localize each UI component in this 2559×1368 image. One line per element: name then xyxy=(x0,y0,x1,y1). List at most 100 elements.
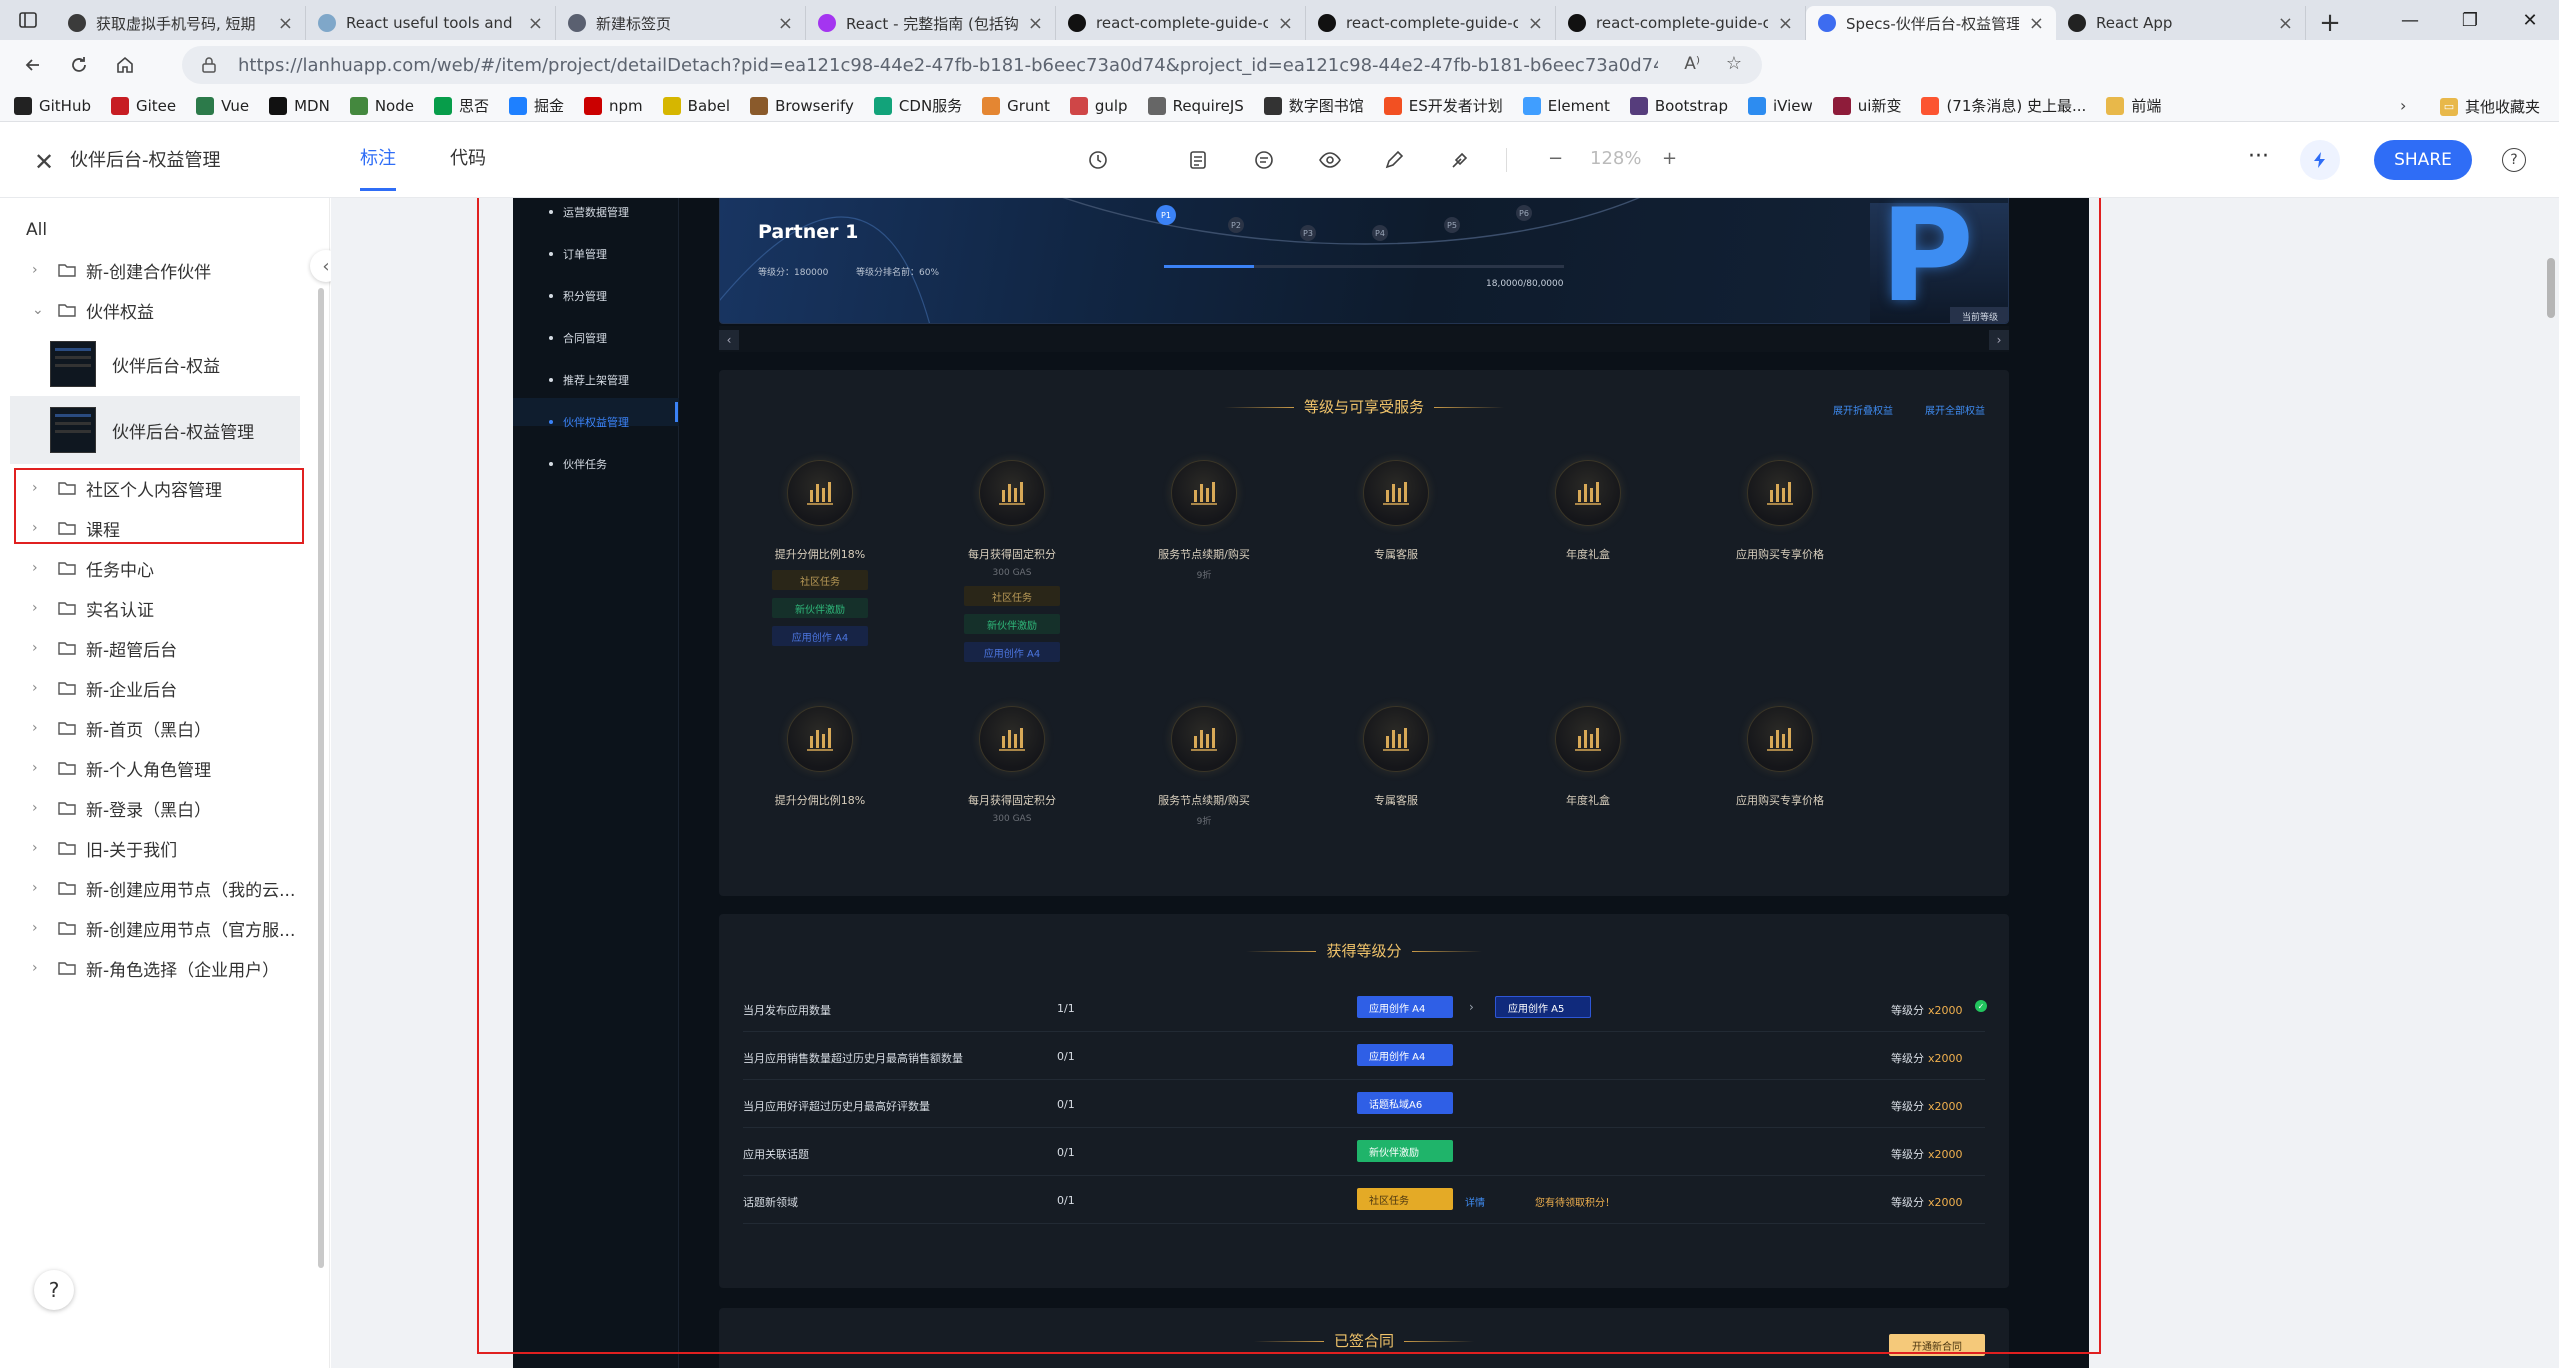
minimize-icon[interactable]: — xyxy=(2380,0,2440,40)
browser-tab[interactable]: react-complete-guide-co × xyxy=(1056,6,1306,40)
more-icon[interactable]: ··· xyxy=(2248,144,2269,169)
canvas-scrollbar[interactable] xyxy=(2547,258,2555,318)
reload-icon[interactable] xyxy=(56,42,102,88)
browser-tab[interactable]: React useful tools and lib × xyxy=(306,6,556,40)
comment-icon[interactable] xyxy=(1248,144,1280,176)
bookmark-item[interactable]: GitHub xyxy=(14,96,91,115)
browser-tab[interactable]: 新建标签页 × xyxy=(556,6,806,40)
url-input[interactable]: https://lanhuapp.com/web/#/item/project/… xyxy=(182,46,1762,84)
tab-close-icon[interactable]: × xyxy=(2029,13,2044,34)
tree-folder[interactable]: › 新-创建应用节点（官方服... xyxy=(0,908,329,948)
tab-close-icon[interactable]: × xyxy=(778,13,793,34)
chevron-right-icon[interactable]: › xyxy=(32,960,52,976)
browser-tab[interactable]: 获取虚拟手机号码, 短期 × xyxy=(56,6,306,40)
favorite-star-icon[interactable]: ☆ xyxy=(1726,53,1742,74)
bookmark-item[interactable]: Bootstrap xyxy=(1629,96,1728,115)
bookmark-item[interactable]: Browserify xyxy=(750,96,854,115)
design-canvas[interactable]: 运营数据管理 订单管理 积分管理 合同管理 推荐上架管理 伙伴权益管理 伙伴任务 Partn… xyxy=(331,198,2559,1368)
chevron-right-icon[interactable]: › xyxy=(32,720,52,736)
tree-folder[interactable]: › 新-登录（黑白） xyxy=(0,788,329,828)
chevron-right-icon[interactable]: › xyxy=(32,262,52,278)
tab-close-icon[interactable]: × xyxy=(528,13,543,34)
bookmark-item[interactable]: Babel xyxy=(662,96,730,115)
bookmark-item[interactable]: 前端 xyxy=(2106,95,2161,116)
tree-folder[interactable]: › 新-个人角色管理 xyxy=(0,748,329,788)
chevron-right-icon[interactable]: › xyxy=(32,840,52,856)
tree-folder[interactable]: › 新-首页（黑白） xyxy=(0,708,329,748)
tree-folder[interactable]: › 新-超管后台 xyxy=(0,628,329,668)
chevron-right-icon[interactable]: › xyxy=(32,880,52,896)
tree-page[interactable]: 伙伴后台-权益 xyxy=(10,330,300,398)
tab-close-icon[interactable]: × xyxy=(1278,13,1293,34)
sidebar-scrollbar[interactable] xyxy=(318,288,324,1268)
tree-folder[interactable]: › 任务中心 xyxy=(0,548,329,588)
tab-annotate[interactable]: 标注 xyxy=(360,144,396,170)
chevron-right-icon[interactable]: › xyxy=(32,920,52,936)
tree-folder[interactable]: › 实名认证 xyxy=(0,588,329,628)
bookmark-item[interactable]: CDN服务 xyxy=(873,95,962,116)
all-pages-label[interactable]: All xyxy=(26,220,47,240)
bookmark-item[interactable]: Vue xyxy=(196,96,249,115)
bookmark-item[interactable]: ui新变 xyxy=(1832,95,1901,116)
help-icon[interactable]: ? xyxy=(2502,148,2526,172)
browser-tab[interactable]: react-complete-guide-co × xyxy=(1556,6,1806,40)
bookmark-item[interactable]: Node xyxy=(349,96,414,115)
tab-close-icon[interactable]: × xyxy=(278,13,293,34)
bookmark-item[interactable]: 数字图书馆 xyxy=(1263,95,1364,116)
bookmark-item[interactable]: MDN xyxy=(269,96,330,115)
bookmark-item[interactable]: ES开发者计划 xyxy=(1383,95,1503,116)
document-icon[interactable] xyxy=(1182,144,1214,176)
tree-folder[interactable]: ⌄ 伙伴权益 xyxy=(0,290,329,330)
tree-folder[interactable]: › 新-角色选择（企业用户） xyxy=(0,948,329,988)
bookmark-item[interactable]: iView xyxy=(1748,96,1813,115)
lightning-icon[interactable] xyxy=(2300,140,2340,180)
pen-icon[interactable] xyxy=(1378,144,1410,176)
home-icon[interactable] xyxy=(102,42,148,88)
new-tab-button[interactable]: + xyxy=(2306,6,2354,40)
history-icon[interactable] xyxy=(1082,144,1114,176)
share-button[interactable]: SHARE xyxy=(2374,140,2472,180)
chevron-right-icon[interactable]: › xyxy=(32,760,52,776)
bookmark-item[interactable]: Grunt xyxy=(982,96,1050,115)
chevron-right-icon[interactable]: › xyxy=(32,560,52,576)
chevron-right-icon[interactable]: › xyxy=(32,600,52,616)
browser-tab[interactable]: React - 完整指南 (包括钩 × xyxy=(806,6,1056,40)
tree-folder[interactable]: › 新-企业后台 xyxy=(0,668,329,708)
zoom-in-icon[interactable]: + xyxy=(1662,148,1677,169)
chevron-right-icon[interactable]: › xyxy=(32,680,52,696)
bookmark-item[interactable]: RequireJS xyxy=(1147,96,1244,115)
preview-eye-icon[interactable] xyxy=(1314,144,1346,176)
zoom-level[interactable]: 128% xyxy=(1590,148,1641,169)
tab-close-icon[interactable]: × xyxy=(1028,13,1043,34)
browser-tab[interactable]: React App × xyxy=(2056,6,2306,40)
tab-actions-icon[interactable] xyxy=(0,0,56,40)
tab-code[interactable]: 代码 xyxy=(450,144,486,170)
tab-close-icon[interactable]: × xyxy=(1778,13,1793,34)
tree-folder[interactable]: › 新-创建合作伙伴 xyxy=(0,250,329,290)
back-icon[interactable] xyxy=(10,42,56,88)
tab-close-icon[interactable]: × xyxy=(1528,13,1543,34)
chevron-right-icon[interactable]: › xyxy=(32,640,52,656)
tab-close-icon[interactable]: × xyxy=(2278,13,2293,34)
tree-folder[interactable]: › 新-创建应用节点（我的云... xyxy=(0,868,329,908)
browser-tab[interactable]: Specs-伙伴后台-权益管理 × xyxy=(1806,6,2056,40)
tree-page[interactable]: 伙伴后台-权益管理 xyxy=(10,396,300,464)
read-aloud-icon[interactable]: A⁾ xyxy=(1684,54,1700,74)
bookmark-item[interactable]: 思否 xyxy=(433,95,489,116)
restore-icon[interactable]: ❐ xyxy=(2440,0,2500,40)
help-float-icon[interactable]: ? xyxy=(34,1270,74,1310)
bookmark-item[interactable]: (71条消息) 史上最... xyxy=(1921,95,2086,116)
close-window-icon[interactable]: ✕ xyxy=(2500,0,2559,40)
tree-folder[interactable]: › 旧-关于我们 xyxy=(0,828,329,868)
other-bookmarks[interactable]: ▭ 其他收藏夹 xyxy=(2440,96,2540,117)
color-picker-icon[interactable] xyxy=(1444,144,1476,176)
close-icon[interactable]: ✕ xyxy=(34,148,54,176)
zoom-out-icon[interactable]: − xyxy=(1548,148,1563,169)
bookmark-item[interactable]: 掘金 xyxy=(509,95,564,116)
chevron-right-icon[interactable]: › xyxy=(32,800,52,816)
bookmark-item[interactable]: npm xyxy=(584,96,643,115)
bookmark-item[interactable]: Element xyxy=(1522,96,1610,115)
browser-tab[interactable]: react-complete-guide-co × xyxy=(1306,6,1556,40)
bookmarks-overflow-icon[interactable]: › xyxy=(2400,96,2406,115)
bookmark-item[interactable]: Gitee xyxy=(110,96,176,115)
